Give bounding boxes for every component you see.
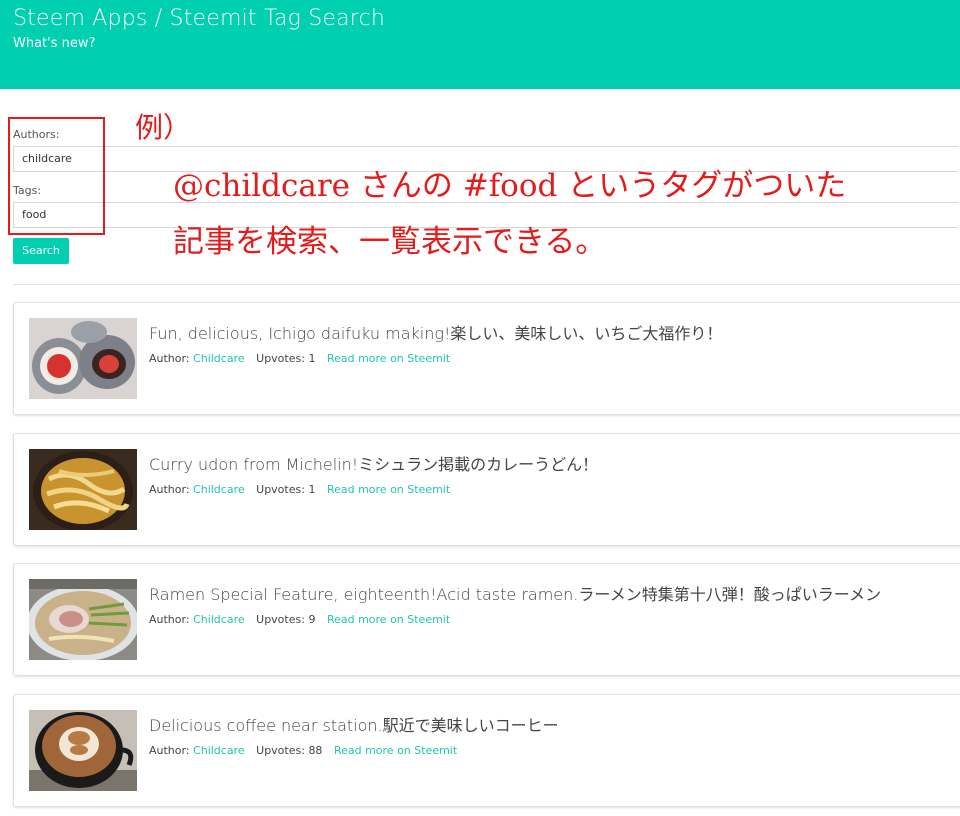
read-more-link[interactable]: Read more on Steemit bbox=[334, 744, 457, 757]
upvotes-count: 1 bbox=[308, 483, 316, 496]
result-meta: Author: Childcare Upvotes: 1 Read more o… bbox=[149, 352, 450, 365]
result-meta: Author: Childcare Upvotes: 88 Read more … bbox=[149, 744, 457, 757]
annotation-line-2: 記事を検索、一覧表示できる。 bbox=[173, 224, 607, 260]
latte-art-photo[interactable] bbox=[29, 710, 137, 791]
author-label: Author: bbox=[149, 352, 190, 365]
annotation-line-1: @childcare さんの #food というタグがついた bbox=[173, 168, 847, 204]
upvotes-count: 1 bbox=[308, 352, 316, 365]
search-button[interactable]: Search bbox=[13, 238, 69, 264]
author-label: Author: bbox=[149, 613, 190, 626]
curry-udon-photo[interactable] bbox=[29, 449, 137, 530]
author-link[interactable]: Childcare bbox=[193, 613, 245, 626]
read-more-link[interactable]: Read more on Steemit bbox=[327, 352, 450, 365]
upvotes-label: Upvotes: bbox=[256, 744, 305, 757]
result-title[interactable]: Ramen Special Feature, eighteenth!Acid t… bbox=[149, 581, 881, 605]
result-card: Curry udon from Michelin!ミシュラン掲載のカレーうどん！… bbox=[13, 433, 960, 546]
result-meta: Author: Childcare Upvotes: 1 Read more o… bbox=[149, 483, 450, 496]
author-link[interactable]: Childcare bbox=[193, 744, 245, 757]
result-card: Ramen Special Feature, eighteenth!Acid t… bbox=[13, 563, 960, 676]
page-title: Steem Apps / Steemit Tag Search bbox=[13, 6, 386, 31]
ramen-photo[interactable] bbox=[29, 579, 137, 660]
result-card: Fun, delicious, Ichigo daifuku making!楽し… bbox=[13, 302, 960, 415]
result-meta: Author: Childcare Upvotes: 9 Read more o… bbox=[149, 613, 450, 626]
read-more-link[interactable]: Read more on Steemit bbox=[327, 613, 450, 626]
app-header: Steem Apps / Steemit Tag Search What's n… bbox=[0, 0, 960, 89]
read-more-link[interactable]: Read more on Steemit bbox=[327, 483, 450, 496]
divider bbox=[13, 284, 960, 285]
result-title[interactable]: Fun, delicious, Ichigo daifuku making!楽し… bbox=[149, 320, 722, 344]
author-link[interactable]: Childcare bbox=[193, 483, 245, 496]
result-card: Delicious coffee near station.駅近で美味しいコーヒ… bbox=[13, 694, 960, 807]
upvotes-count: 9 bbox=[308, 613, 316, 626]
author-label: Author: bbox=[149, 744, 190, 757]
annotation-example: 例） bbox=[135, 111, 192, 144]
whats-new-link[interactable]: What's new? bbox=[13, 36, 95, 51]
upvotes-label: Upvotes: bbox=[256, 613, 305, 626]
result-title[interactable]: Delicious coffee near station.駅近で美味しいコーヒ… bbox=[149, 712, 559, 736]
strawberry-daifuku-photo[interactable] bbox=[29, 318, 137, 399]
upvotes-label: Upvotes: bbox=[256, 483, 305, 496]
upvotes-label: Upvotes: bbox=[256, 352, 305, 365]
author-link[interactable]: Childcare bbox=[193, 352, 245, 365]
annotation-highlight-box bbox=[8, 117, 105, 235]
result-title[interactable]: Curry udon from Michelin!ミシュラン掲載のカレーうどん！ bbox=[149, 451, 598, 475]
upvotes-count: 88 bbox=[308, 744, 323, 757]
author-label: Author: bbox=[149, 483, 190, 496]
